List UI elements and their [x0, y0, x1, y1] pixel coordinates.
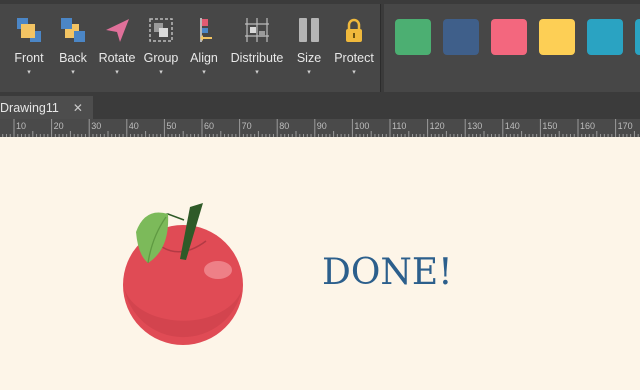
ruler-label: 50: [166, 121, 176, 131]
swatch-teal[interactable]: [587, 19, 623, 55]
ruler-label: 20: [54, 121, 64, 131]
ruler-label: 40: [129, 121, 139, 131]
swatch-pink[interactable]: [491, 19, 527, 55]
ruler-label: 60: [204, 121, 214, 131]
size-icon: [294, 15, 324, 45]
group-dropdown-icon[interactable]: ▾: [159, 68, 163, 78]
swatch-green[interactable]: [395, 19, 431, 55]
back-button[interactable]: Back ▾: [56, 4, 90, 92]
ruler-label: 130: [467, 121, 482, 131]
send-to-back-icon: [58, 15, 88, 45]
distribute-icon: [242, 15, 272, 45]
tab-drawing11[interactable]: Drawing11 ✕: [0, 96, 93, 119]
size-dropdown-icon[interactable]: ▾: [307, 68, 311, 78]
ribbon-toolbar: Front ▾ Back ▾ Rotate ▾ Group ▾ Align ▾ …: [0, 0, 640, 94]
apple-illustration[interactable]: [0, 137, 640, 390]
front-label: Front: [14, 51, 44, 65]
group-button[interactable]: Group ▾: [141, 4, 181, 92]
ruler-label: 90: [317, 121, 327, 131]
distribute-label: Distribute: [230, 51, 284, 65]
align-label: Align: [190, 51, 218, 65]
group-icon: [146, 15, 176, 45]
distribute-button[interactable]: Distribute ▾: [229, 4, 285, 92]
done-text[interactable]: DONE!: [322, 252, 453, 293]
swatch-navy[interactable]: [443, 19, 479, 55]
protect-label: Protect: [334, 51, 374, 65]
protect-button[interactable]: Protect ▾: [332, 4, 376, 92]
close-tab-icon[interactable]: ✕: [73, 101, 83, 115]
front-button[interactable]: Front ▾: [12, 4, 46, 92]
back-label: Back: [59, 51, 87, 65]
front-dropdown-icon[interactable]: ▾: [27, 68, 31, 78]
rotate-label: Rotate: [98, 51, 136, 65]
swatch-teal-2[interactable]: [635, 19, 640, 55]
ruler-label: 70: [242, 121, 252, 131]
ruler-label: 10: [16, 121, 26, 131]
ruler-label: 170: [618, 121, 633, 131]
size-button[interactable]: Size ▾: [294, 4, 324, 92]
align-button[interactable]: Align ▾: [186, 4, 222, 92]
ruler-label: 30: [91, 121, 101, 131]
ruler-label: 120: [430, 121, 445, 131]
color-swatches-group: [384, 4, 640, 92]
ruler-label: 160: [580, 121, 595, 131]
lock-icon: [339, 15, 369, 45]
protect-dropdown-icon[interactable]: ▾: [352, 68, 356, 78]
size-label: Size: [296, 51, 322, 65]
swatch-yellow[interactable]: [539, 19, 575, 55]
ruler-label: 150: [542, 121, 557, 131]
bring-to-front-icon: [14, 15, 44, 45]
ruler-label: 80: [279, 121, 289, 131]
ruler-label: 140: [505, 121, 520, 131]
back-dropdown-icon[interactable]: ▾: [71, 68, 75, 78]
apple-icon: [123, 203, 243, 345]
document-tab-bar: Drawing11 ✕: [0, 94, 640, 119]
align-icon: [189, 15, 219, 45]
tab-title: Drawing11: [0, 100, 59, 115]
horizontal-ruler: 10 20 30 40 50 60 70 80 90 100 110 120 130 140 150 160 1…: [0, 119, 640, 137]
distribute-dropdown-icon[interactable]: ▾: [255, 68, 259, 78]
rotate-icon: [102, 15, 132, 45]
drawing-canvas[interactable]: [0, 137, 640, 390]
rotate-dropdown-icon[interactable]: ▾: [115, 68, 119, 78]
align-dropdown-icon[interactable]: ▾: [202, 68, 206, 78]
arrange-group: Front ▾ Back ▾ Rotate ▾ Group ▾ Align ▾ …: [0, 4, 381, 92]
ruler-label: 110: [392, 121, 406, 131]
rotate-button[interactable]: Rotate ▾: [97, 4, 137, 92]
ruler-label: 100: [354, 121, 369, 131]
group-label: Group: [143, 51, 179, 65]
